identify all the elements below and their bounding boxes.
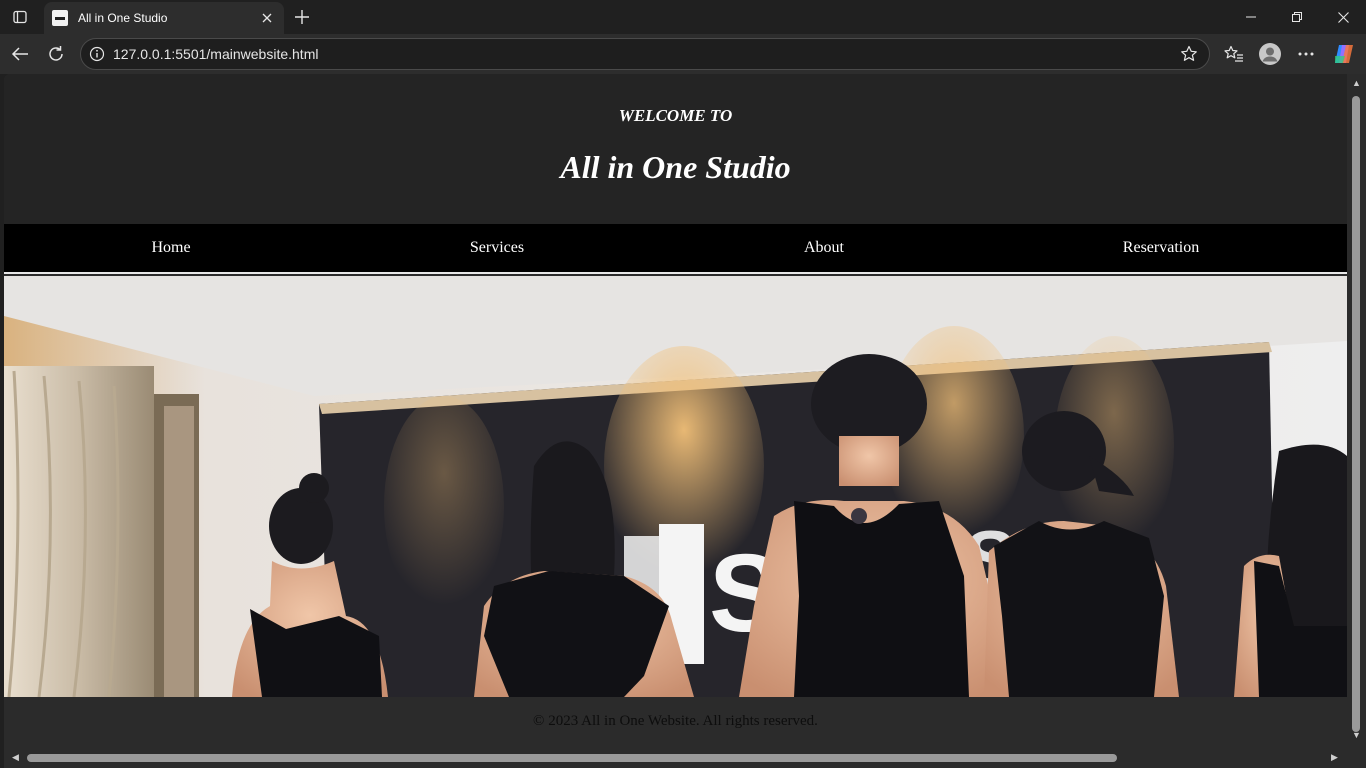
refresh-icon xyxy=(49,46,63,61)
page-viewport: WELCOME TO All in One Studio Home Servic… xyxy=(4,74,1366,768)
plus-icon xyxy=(295,10,309,24)
nav-link-about[interactable]: About xyxy=(804,239,844,257)
scroll-down-arrow-icon[interactable]: ▼ xyxy=(1352,730,1361,740)
profile-button[interactable] xyxy=(1255,40,1285,68)
minimize-icon xyxy=(1246,16,1256,18)
profile-icon xyxy=(1259,43,1281,65)
horizontal-scrollbar[interactable]: ◀ ▶ xyxy=(4,747,1347,768)
main-nav: Home Services About Reservation xyxy=(4,224,1347,274)
address-bar[interactable]: 127.0.0.1:5501/mainwebsite.html xyxy=(80,38,1210,70)
favorites-button[interactable] xyxy=(1219,40,1249,68)
new-tab-button[interactable] xyxy=(289,4,315,30)
favorite-button[interactable] xyxy=(1175,40,1203,68)
hero-image: S S xyxy=(4,276,1347,697)
minimize-button[interactable] xyxy=(1228,0,1274,34)
browser-titlebar: All in One Studio xyxy=(0,0,1366,34)
restore-button[interactable] xyxy=(1274,0,1320,34)
window-close-button[interactable] xyxy=(1320,0,1366,34)
more-icon xyxy=(1298,52,1314,56)
nav-link-services[interactable]: Services xyxy=(470,239,524,257)
refresh-button[interactable] xyxy=(41,40,71,68)
site-title: All in One Studio xyxy=(560,149,791,185)
nav-link-reservation[interactable]: Reservation xyxy=(1123,239,1199,257)
copilot-icon xyxy=(1335,45,1353,63)
url-text[interactable]: 127.0.0.1:5501/mainwebsite.html xyxy=(113,46,1175,62)
tab-actions-button[interactable] xyxy=(6,4,34,30)
copilot-button[interactable] xyxy=(1329,40,1359,68)
welcome-text: WELCOME TO xyxy=(618,106,733,125)
nav-link-home[interactable]: Home xyxy=(151,239,190,257)
scroll-left-arrow-icon[interactable]: ◀ xyxy=(12,752,19,763)
tab-title: All in One Studio xyxy=(78,11,168,25)
horizontal-scroll-thumb[interactable] xyxy=(27,754,1117,762)
favorites-icon xyxy=(1224,45,1243,62)
hero-dance-studio-illustration: S S xyxy=(4,276,1347,697)
vertical-scroll-thumb[interactable] xyxy=(1352,96,1360,732)
tab-actions-icon xyxy=(13,10,27,24)
footer-text: © 2023 All in One Website. All rights re… xyxy=(533,713,818,729)
info-icon[interactable] xyxy=(89,46,105,62)
restore-icon xyxy=(1292,12,1302,22)
browser-tab[interactable]: All in One Studio xyxy=(44,2,284,34)
tab-close-button[interactable] xyxy=(256,7,278,29)
scroll-right-arrow-icon[interactable]: ▶ xyxy=(1331,752,1338,763)
back-icon xyxy=(11,47,28,61)
browser-toolbar: 127.0.0.1:5501/mainwebsite.html xyxy=(0,34,1366,74)
site-header: WELCOME TO All in One Studio xyxy=(4,74,1347,224)
site-footer: © 2023 All in One Website. All rights re… xyxy=(4,697,1347,747)
close-icon xyxy=(1337,11,1349,23)
scroll-up-arrow-icon[interactable]: ▲ xyxy=(1352,78,1361,88)
close-icon xyxy=(262,13,272,23)
site-favicon-icon xyxy=(52,10,68,26)
star-icon xyxy=(1181,45,1197,61)
vertical-scrollbar[interactable]: ▲ ▼ xyxy=(1347,74,1366,754)
back-button[interactable] xyxy=(5,40,35,68)
settings-more-button[interactable] xyxy=(1291,40,1321,68)
